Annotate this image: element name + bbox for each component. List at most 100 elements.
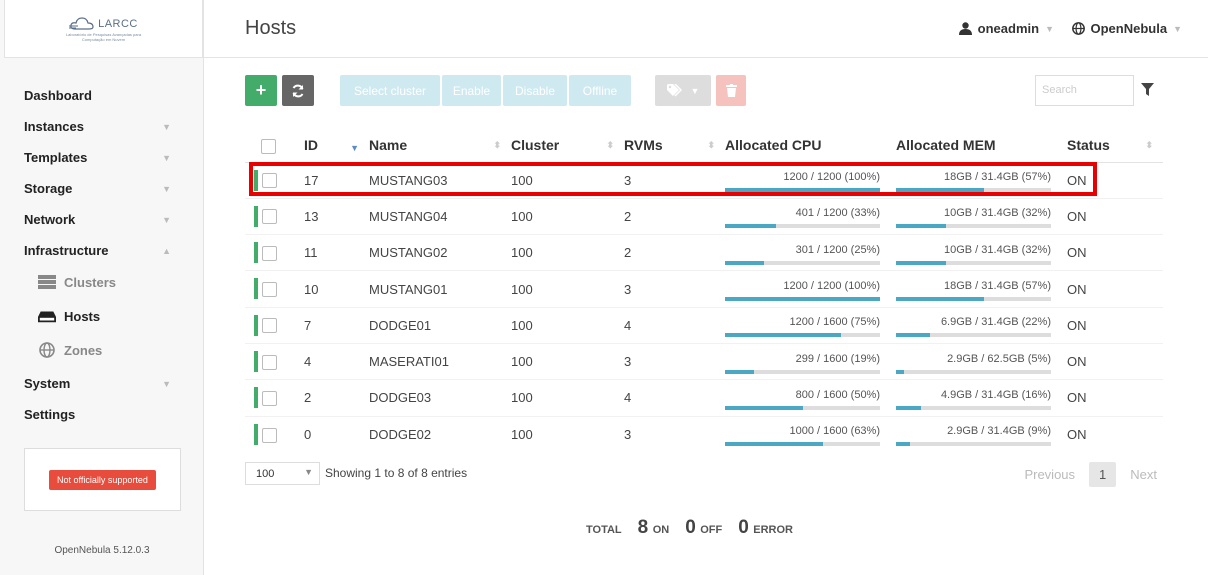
page-length-select[interactable]: 100 ▼ [245,462,320,485]
sidebar-item-label: Settings [24,407,76,422]
cpu-usage: 1200 / 1600 (75%) [725,310,880,340]
column-header-status[interactable]: Status ⬍ [1067,129,1163,163]
table-row[interactable]: 17 MUSTANG03 100 3 1200 / 1200 (100%) 18GB / … [245,161,1163,199]
page-button-1[interactable]: 1 [1089,462,1117,487]
sidebar-item-hosts[interactable]: Hosts [24,299,174,333]
mem-usage: 18GB / 31.4GB (57%) [896,165,1051,195]
row-select-cell [245,234,290,271]
cell-id: 13 [290,197,369,235]
sidebar-item-dashboard[interactable]: Dashboard [24,85,174,116]
off-count: 0 [685,517,696,538]
sidebar-item-zones[interactable]: Zones [24,333,174,367]
mem-usage-track [896,405,1051,410]
select-cluster-button[interactable]: Select cluster [340,75,440,106]
zone-menu[interactable]: OpenNebula ▼ [1071,21,1182,36]
delete-button[interactable] [716,75,746,106]
version-label: OpenNebula 5.12.0.3 [54,545,150,556]
cell-status: ON [1067,161,1163,199]
table-row[interactable]: 13 MUSTANG04 100 2 401 / 1200 (33%) 10GB / 31… [245,197,1163,235]
column-header-cluster[interactable]: Cluster ⬍ [511,129,624,163]
sidebar-item-storage[interactable]: Storage ▼ [24,178,174,209]
cell-id: 4 [290,342,369,380]
select-all-checkbox[interactable] [261,138,276,154]
table-row[interactable]: 2 DODGE03 100 4 800 / 1600 (50%) 4.9GB / 31.4… [245,379,1163,417]
sort-icon: ⬍ [1145,140,1153,150]
row-checkbox[interactable] [262,173,277,189]
status-indicator [254,242,258,264]
cell-status: ON [1067,197,1163,235]
status-indicator [254,314,258,336]
cpu-usage-track [725,260,880,265]
column-header-id[interactable]: ID ▼ [290,129,369,163]
row-checkbox[interactable] [262,245,277,261]
search-input[interactable]: Search [1035,75,1134,106]
column-header-allocated-cpu[interactable]: Allocated CPU [725,129,896,163]
enable-button[interactable]: Enable [442,75,501,106]
row-checkbox[interactable] [262,318,277,334]
user-menu[interactable]: oneadmin ▼ [958,21,1054,36]
cell-status: ON [1067,306,1163,344]
mem-usage: 2.9GB / 62.5GB (5%) [896,347,1051,377]
status-indicator [254,205,258,227]
toolbar: + Select cluster Enable Disable Offline … [245,75,1165,107]
cpu-usage-fill [725,224,777,229]
cell-cluster: 100 [511,197,624,235]
status-indicator [254,169,258,191]
logo-subtitle: Laboratório de Pesquisas Avançadas para … [65,31,142,42]
logo-area[interactable]: LARCC Laboratório de Pesquisas Avançadas… [4,0,203,58]
row-checkbox[interactable] [262,354,277,370]
on-count: 8 [637,517,649,538]
main-menu: Dashboard Instances ▼ Templates ▼ Storage ▼… [24,85,174,435]
row-checkbox[interactable] [262,209,277,225]
column-header-name[interactable]: Name ⬍ [369,129,511,163]
cpu-usage-label: 401 / 1200 (33%) [795,207,880,220]
chevron-down-icon: ▼ [162,379,171,389]
row-select-cell [245,270,290,308]
table-row[interactable]: 10 MUSTANG01 100 3 1200 / 1200 (100%) 18GB / … [245,270,1163,308]
cell-cluster: 100 [511,342,624,380]
labels-button[interactable]: ▼ [655,75,711,106]
next-page-button[interactable]: Next [1124,463,1163,486]
mem-usage-track [896,333,1051,338]
trash-icon [725,84,737,97]
disable-button[interactable]: Disable [503,75,567,106]
offline-button[interactable]: Offline [569,75,631,106]
table-row[interactable]: 7 DODGE01 100 4 1200 / 1600 (75%) 6.9GB / 31.… [245,306,1163,344]
sidebar-item-infrastructure[interactable]: Infrastructure ▲ [24,240,174,271]
sidebar-item-system[interactable]: System ▼ [24,373,174,404]
column-label: Allocated CPU [725,137,822,154]
plus-icon: + [255,80,267,100]
cpu-usage-track [725,405,880,410]
table-row[interactable]: 4 MASERATI01 100 3 299 / 1600 (19%) 2.9GB / 6… [245,342,1163,380]
sidebar-item-templates[interactable]: Templates ▼ [24,147,174,178]
sidebar-item-settings[interactable]: Settings [24,404,174,435]
cpu-usage-label: 800 / 1600 (50%) [795,388,880,401]
row-checkbox[interactable] [262,427,277,443]
user-name: oneadmin [977,21,1040,36]
page-title: Hosts [245,17,297,39]
row-checkbox[interactable] [262,282,277,298]
support-badge[interactable]: Not officially supported [49,469,156,490]
zone-name: OpenNebula [1090,21,1168,36]
cell-cluster: 100 [511,161,624,199]
table-row[interactable]: 0 DODGE02 100 3 1000 / 1600 (63%) 2.9GB / 31.… [245,415,1163,453]
mem-usage-label: 18GB / 31.4GB (57%) [944,280,1051,293]
sidebar-item-instances[interactable]: Instances ▼ [24,116,174,147]
previous-page-button[interactable]: Previous [1018,463,1081,486]
cpu-usage-fill [725,442,823,447]
cell-allocated-mem: 18GB / 31.4GB (57%) [896,270,1067,308]
column-header-rvms[interactable]: RVMs ⬍ [624,129,725,163]
cpu-usage-label: 299 / 1600 (19%) [795,352,880,365]
chevron-down-icon: ▼ [1173,23,1182,34]
sidebar-item-network[interactable]: Network ▼ [24,209,174,240]
add-button[interactable]: + [245,75,277,106]
cell-status: ON [1067,342,1163,380]
row-checkbox[interactable] [262,390,277,406]
table-row[interactable]: 11 MUSTANG02 100 2 301 / 1200 (25%) 10GB / 31… [245,234,1163,271]
logo-name: LARCC [98,17,138,30]
refresh-button[interactable] [282,75,314,106]
column-header-allocated-mem[interactable]: Allocated MEM [896,129,1067,163]
sidebar-item-label: Network [24,212,76,227]
cell-rvms: 4 [624,379,725,417]
filter-icon[interactable] [1141,83,1154,97]
